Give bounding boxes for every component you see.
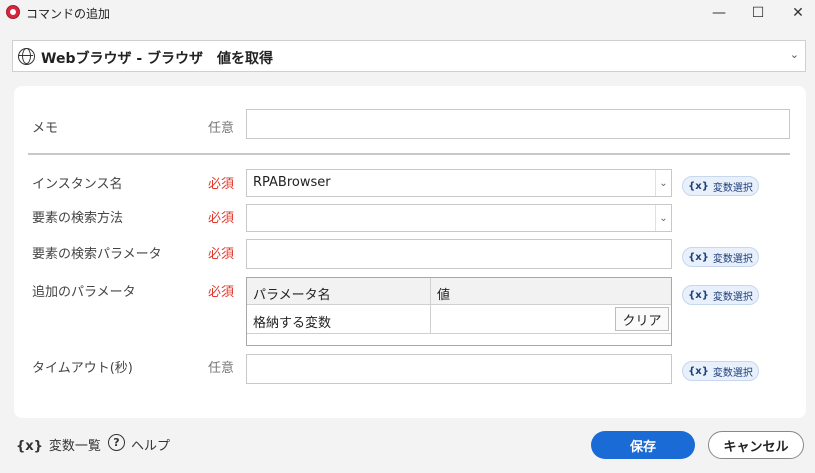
variable-icon: {x} — [688, 289, 709, 301]
column-header-name: パラメータ名 — [253, 288, 331, 303]
form-panel: メモ 任意 インスタンス名 必須 RPABrowser ⌄ {x} 変数選択 要… — [14, 86, 806, 418]
instance-select[interactable]: RPABrowser ⌄ — [246, 169, 672, 197]
save-button[interactable]: 保存 — [591, 431, 695, 459]
search-param-label: 要素の検索パラメータ — [32, 247, 162, 262]
command-select[interactable]: Webブラウザ - ブラウザ 値を取得 ⌄ — [12, 40, 806, 72]
maximize-button[interactable]: ☐ — [740, 0, 776, 26]
extra-param-var-select-button[interactable]: {x} 変数選択 — [682, 285, 759, 305]
search-method-select[interactable]: ⌄ — [246, 204, 672, 232]
timeout-optional-badge: 任意 — [208, 361, 235, 376]
extra-param-required-badge: 必須 — [208, 285, 235, 300]
app-icon — [6, 5, 20, 19]
variable-list-link[interactable]: {x} 変数一覧 — [16, 435, 101, 454]
chevron-down-icon: ⌄ — [655, 170, 671, 196]
cancel-button[interactable]: キャンセル — [708, 431, 804, 459]
search-method-required-badge: 必須 — [208, 211, 235, 226]
search-param-input[interactable] — [246, 239, 672, 269]
minimize-button[interactable]: — — [701, 0, 737, 26]
help-link[interactable]: ヘルプ — [131, 435, 170, 454]
memo-input[interactable] — [246, 109, 790, 139]
param-name-cell: 格納する変数 — [253, 316, 332, 331]
param-table-header: パラメータ名 値 — [247, 278, 671, 305]
variable-icon: {x} — [16, 439, 43, 454]
chevron-down-icon: ⌄ — [655, 205, 671, 231]
variable-icon: {x} — [688, 365, 709, 377]
instance-label: インスタンス名 — [32, 177, 123, 192]
globe-icon — [18, 48, 35, 65]
timeout-input[interactable] — [246, 354, 672, 384]
timeout-var-select-button[interactable]: {x} 変数選択 — [682, 361, 759, 381]
timeout-label: タイムアウト(秒) — [32, 361, 133, 376]
search-param-required-badge: 必須 — [208, 247, 235, 262]
memo-optional-badge: 任意 — [208, 121, 235, 136]
help-icon[interactable]: ? — [108, 434, 125, 451]
table-row: 格納する変数 クリア — [247, 305, 671, 334]
param-table: パラメータ名 値 格納する変数 クリア — [246, 277, 672, 346]
clear-button[interactable]: クリア — [615, 307, 669, 331]
memo-label: メモ — [32, 121, 59, 136]
instance-value: RPABrowser — [253, 175, 331, 190]
command-label: Webブラウザ - ブラウザ 値を取得 — [41, 51, 274, 67]
variable-icon: {x} — [688, 251, 709, 263]
close-button[interactable]: ✕ — [780, 0, 815, 26]
search-param-var-select-button[interactable]: {x} 変数選択 — [682, 247, 759, 267]
instance-var-select-button[interactable]: {x} 変数選択 — [682, 176, 759, 196]
instance-required-badge: 必須 — [208, 177, 235, 192]
variable-icon: {x} — [688, 180, 709, 192]
divider — [28, 153, 790, 155]
chevron-down-icon: ⌄ — [789, 48, 799, 61]
window-title: コマンドの追加 — [26, 7, 111, 21]
search-method-label: 要素の検索方法 — [32, 211, 124, 226]
extra-param-label: 追加のパラメータ — [32, 285, 136, 300]
column-header-value: 値 — [437, 288, 451, 303]
title-bar: コマンドの追加 — ☐ ✕ — [0, 0, 815, 26]
